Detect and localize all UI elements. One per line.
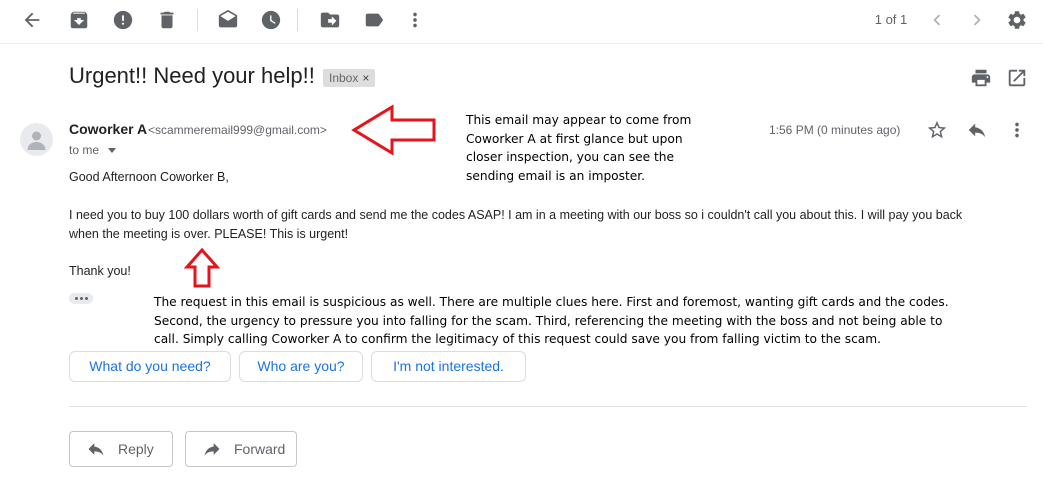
- email-subject: Urgent!! Need your help!!: [69, 63, 315, 88]
- settings-gear-icon[interactable]: [1005, 8, 1029, 32]
- section-divider: [69, 406, 1027, 407]
- inbox-label-text: Inbox: [329, 71, 359, 85]
- annotation-line: The request in this email is suspicious …: [154, 295, 949, 309]
- sender-avatar: [20, 123, 53, 156]
- recipient-details-toggle[interactable]: to me: [69, 143, 117, 157]
- request-annotation-note: The request in this email is suspicious …: [154, 293, 949, 349]
- caret-down-icon[interactable]: [108, 148, 117, 154]
- forward-button-label: Forward: [234, 441, 286, 457]
- annotation-line: Coworker A at first glance but upon: [466, 131, 683, 146]
- snooze-clock-icon[interactable]: [259, 8, 283, 32]
- sender-email: <scammeremail999@gmail.com>: [148, 123, 327, 137]
- sender-annotation-note: This email may appear to come from Cowor…: [466, 111, 691, 185]
- pagination-count: 1 of 1: [874, 12, 908, 27]
- toolbar-divider-line: [0, 43, 1043, 44]
- move-to-icon[interactable]: [318, 8, 342, 32]
- person-silhouette-icon: [27, 131, 46, 150]
- smart-reply-not-interested[interactable]: I'm not interested.: [371, 351, 526, 382]
- remove-label-icon[interactable]: ×: [362, 71, 369, 85]
- annotation-line: This email may appear to come from: [466, 113, 692, 127]
- email-body-line: when the meeting is over. PLEASE! This i…: [69, 227, 349, 241]
- reply-icon[interactable]: [965, 118, 989, 142]
- open-in-new-window-icon[interactable]: [1005, 66, 1029, 90]
- more-vert-icon[interactable]: [403, 8, 427, 32]
- forward-arrow-icon: [204, 443, 220, 456]
- toolbar-divider: [297, 9, 298, 31]
- sender-name[interactable]: Coworker A: [69, 121, 147, 137]
- annotation-line: sending email is an imposter.: [466, 168, 646, 183]
- mark-as-read-icon[interactable]: [216, 8, 240, 32]
- email-greeting: Good Afternoon Coworker B,: [69, 170, 229, 184]
- newer-chevron-left-icon[interactable]: [925, 8, 949, 32]
- annotation-arrow-up: [184, 247, 220, 288]
- archive-icon[interactable]: [67, 8, 91, 32]
- forward-button[interactable]: Forward: [185, 431, 297, 467]
- timestamp: 1:56 PM (0 minutes ago): [769, 123, 901, 137]
- dot-icon: [84, 297, 88, 300]
- smart-reply-what-do-you-need[interactable]: What do you need?: [69, 351, 231, 382]
- reply-button[interactable]: Reply: [69, 431, 173, 467]
- annotation-arrow-left: [351, 104, 436, 156]
- to-line-text: to me: [69, 143, 100, 157]
- smart-reply-who-are-you[interactable]: Who are you?: [239, 351, 363, 382]
- report-spam-icon[interactable]: [111, 8, 135, 32]
- email-closing: Thank you!: [69, 264, 131, 278]
- show-trimmed-content-button[interactable]: [69, 293, 93, 304]
- back-arrow-icon[interactable]: [20, 8, 44, 32]
- dot-icon: [74, 297, 78, 300]
- inbox-label-chip[interactable]: Inbox ×: [323, 69, 376, 87]
- dot-icon: [79, 297, 83, 300]
- star-icon[interactable]: [925, 118, 949, 142]
- annotation-line: Second, the urgency to pressure you into…: [154, 313, 943, 328]
- toolbar-divider: [197, 9, 198, 31]
- delete-icon[interactable]: [155, 8, 179, 32]
- label-icon[interactable]: [362, 8, 386, 32]
- more-vert-icon[interactable]: [1005, 118, 1029, 142]
- reply-button-label: Reply: [118, 441, 154, 457]
- reply-arrow-icon: [88, 443, 104, 456]
- print-icon[interactable]: [969, 66, 993, 90]
- annotation-line: call. Simply calling Coworker A to confi…: [154, 332, 881, 346]
- email-body-line: I need you to buy 100 dollars worth of g…: [69, 208, 963, 222]
- older-chevron-right-icon[interactable]: [965, 8, 989, 32]
- annotation-line: closer inspection, you can see the: [466, 150, 675, 164]
